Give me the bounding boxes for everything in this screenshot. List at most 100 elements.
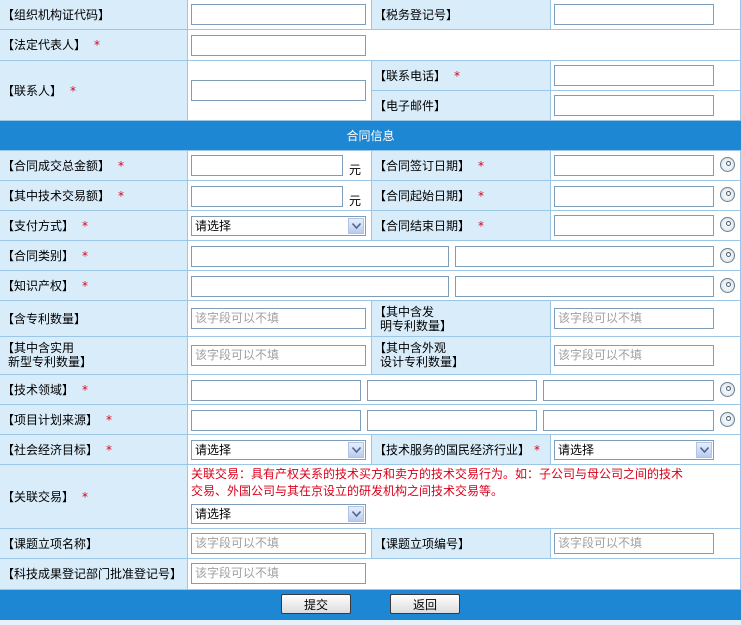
category-input-1[interactable] [191, 246, 449, 267]
phone-input[interactable] [554, 65, 714, 86]
legal-rep-input[interactable] [191, 35, 366, 56]
social-goal-select-value: 请选择 [195, 443, 232, 457]
placeholder-text: 该字段可以不填 [195, 536, 280, 550]
contract-info-header: 合同信息 [0, 121, 741, 151]
utility-patent-input[interactable]: 该字段可以不填 [191, 345, 366, 366]
placeholder-text: 该字段可以不填 [558, 311, 643, 325]
tech-amount-label: 【其中技术交易额】 * [0, 181, 188, 211]
picker-icon[interactable] [720, 278, 735, 293]
required-mark: * [82, 248, 89, 263]
end-date-text: 【合同结束日期】 [374, 218, 471, 233]
legal-rep-label: 【法定代表人】 * [0, 30, 188, 61]
payment-label: 【支付方式】 * [0, 211, 188, 241]
required-mark: * [82, 218, 89, 233]
approval-no-input[interactable]: 该字段可以不填 [191, 563, 366, 584]
tax-reg-text: 【税务登记号】 [374, 7, 459, 22]
back-button[interactable]: 返回 [390, 594, 460, 614]
topic-no-label: 【课题立项编号】 [372, 529, 551, 559]
design-patent-text-1: 【其中含外观 [374, 341, 447, 355]
related-trade-select[interactable]: 请选择 [191, 504, 366, 524]
org-code-text: 【组织机构证代码】 [2, 7, 111, 22]
topic-no-input[interactable]: 该字段可以不填 [554, 533, 714, 554]
picker-icon[interactable] [720, 382, 735, 397]
start-date-input[interactable] [554, 186, 714, 207]
utility-patent-label: 【其中含实用 新型专利数量】 [0, 337, 188, 375]
ip-text: 【知识产权】 [2, 278, 75, 293]
related-note-line-1: 关联交易：具有产权关系的技术买方和卖方的技术交易行为。如：子公司与母公司之间的技… [191, 467, 684, 481]
ip-label: 【知识产权】 * [0, 271, 188, 301]
related-trade-label: 【关联交易】 * [0, 465, 188, 529]
sign-date-input[interactable] [554, 155, 714, 176]
placeholder-text: 该字段可以不填 [558, 536, 643, 550]
end-date-input[interactable] [554, 215, 714, 236]
tech-amount-text: 【其中技术交易额】 [2, 188, 111, 203]
required-mark: * [82, 382, 89, 397]
topic-name-text: 【课题立项名称】 [2, 536, 99, 551]
contact-input[interactable] [191, 80, 366, 101]
org-code-input[interactable] [191, 4, 366, 25]
picker-icon[interactable] [720, 412, 735, 427]
design-patent-label: 【其中含外观 设计专利数量】 [372, 337, 551, 375]
social-goal-select[interactable]: 请选择 [191, 440, 366, 460]
tax-reg-input[interactable] [554, 4, 714, 25]
project-source-input-1[interactable] [191, 410, 361, 431]
national-industry-select[interactable]: 请选择 [554, 440, 714, 460]
total-amount-input[interactable] [191, 155, 343, 176]
chevron-down-icon [696, 442, 712, 458]
unit-yuan: 元 [349, 194, 362, 208]
email-input[interactable] [554, 95, 714, 116]
picker-icon[interactable] [720, 248, 735, 263]
topic-name-input[interactable]: 该字段可以不填 [191, 533, 366, 554]
email-text: 【电子邮件】 [374, 98, 447, 113]
topic-no-text: 【课题立项编号】 [374, 536, 471, 551]
category-input-2[interactable] [455, 246, 714, 267]
required-mark: * [82, 489, 89, 504]
org-code-label: 【组织机构证代码】 [0, 0, 188, 30]
project-source-label: 【项目计划来源】 * [0, 405, 188, 435]
required-mark: * [478, 218, 485, 233]
ip-input-2[interactable] [455, 276, 714, 297]
sign-date-label: 【合同签订日期】 * [372, 151, 551, 181]
required-mark: * [478, 158, 485, 173]
related-trade-note: 关联交易：具有产权关系的技术买方和卖方的技术交易行为。如：子公司与母公司之间的技… [191, 466, 683, 500]
approval-no-label: 【科技成果登记部门批准登记号】 [0, 559, 188, 590]
phone-text: 【联系电话】 [374, 68, 447, 83]
national-industry-text: 【技术服务的国民经济行业】 [374, 442, 531, 457]
category-text: 【合同类别】 [2, 248, 75, 263]
patent-count-input[interactable]: 该字段可以不填 [191, 308, 366, 329]
utility-patent-text-2: 新型专利数量】 [8, 355, 93, 369]
required-mark: * [82, 278, 89, 293]
chevron-down-icon [348, 506, 364, 522]
required-mark: * [534, 442, 541, 457]
invention-patent-input[interactable]: 该字段可以不填 [554, 308, 714, 329]
calendar-icon[interactable] [720, 187, 735, 202]
calendar-icon[interactable] [720, 217, 735, 232]
payment-select[interactable]: 请选择 [191, 216, 366, 236]
chevron-down-icon [348, 442, 364, 458]
required-mark: * [106, 412, 113, 427]
patent-count-text: 【含专利数量】 [2, 311, 87, 326]
calendar-icon[interactable] [720, 157, 735, 172]
email-label: 【电子邮件】 [372, 91, 551, 121]
tech-field-text: 【技术领域】 [2, 382, 75, 397]
patent-count-label: 【含专利数量】 [0, 301, 188, 337]
tech-field-input-2[interactable] [367, 380, 537, 401]
start-date-label: 【合同起始日期】 * [372, 181, 551, 211]
design-patent-input[interactable]: 该字段可以不填 [554, 345, 714, 366]
placeholder-text: 该字段可以不填 [195, 566, 280, 580]
tech-field-input-3[interactable] [543, 380, 714, 401]
ip-input-1[interactable] [191, 276, 449, 297]
social-goal-text: 【社会经济目标】 [2, 442, 99, 457]
required-mark: * [454, 68, 461, 83]
placeholder-text: 该字段可以不填 [558, 348, 643, 362]
tech-amount-input[interactable] [191, 186, 343, 207]
submit-button[interactable]: 提交 [281, 594, 351, 614]
unit-yuan: 元 [349, 163, 362, 177]
tech-field-input-1[interactable] [191, 380, 361, 401]
contact-text: 【联系人】 [2, 83, 63, 98]
start-date-text: 【合同起始日期】 [374, 188, 471, 203]
invention-patent-label: 【其中含发 明专利数量】 [372, 301, 551, 337]
project-source-input-3[interactable] [543, 410, 714, 431]
project-source-input-2[interactable] [367, 410, 537, 431]
invention-patent-text-2: 明专利数量】 [380, 319, 453, 333]
